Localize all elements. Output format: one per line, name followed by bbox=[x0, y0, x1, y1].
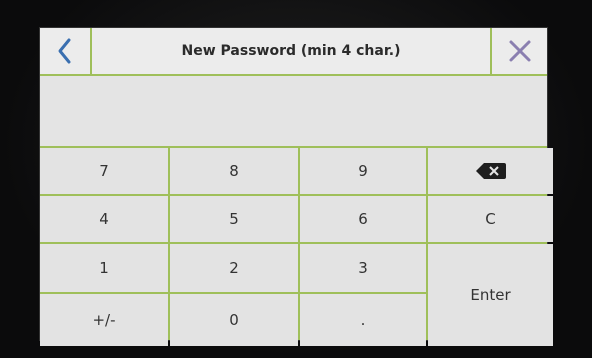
back-button[interactable] bbox=[40, 28, 92, 74]
key-1[interactable]: 1 bbox=[40, 244, 168, 292]
enter-button[interactable]: Enter bbox=[428, 244, 553, 346]
key-plus-minus[interactable]: +/- bbox=[40, 294, 168, 346]
key-4[interactable]: 4 bbox=[40, 196, 168, 242]
key-0[interactable]: 0 bbox=[170, 294, 298, 346]
key-7[interactable]: 7 bbox=[40, 148, 168, 194]
key-2[interactable]: 2 bbox=[170, 244, 298, 292]
dialog-header: New Password (min 4 char.) bbox=[40, 28, 547, 76]
key-5[interactable]: 5 bbox=[170, 196, 298, 242]
numeric-keypad: 7 8 9 4 5 6 C 1 2 3 Enter +/- 0 . bbox=[40, 148, 553, 346]
key-8[interactable]: 8 bbox=[170, 148, 298, 194]
key-3[interactable]: 3 bbox=[300, 244, 426, 292]
password-dialog: New Password (min 4 char.) 7 8 9 4 5 6 C… bbox=[40, 28, 553, 346]
key-9[interactable]: 9 bbox=[300, 148, 426, 194]
password-input[interactable] bbox=[40, 76, 547, 148]
backspace-button[interactable] bbox=[428, 148, 553, 194]
chevron-left-icon bbox=[58, 38, 71, 64]
dialog-title: New Password (min 4 char.) bbox=[181, 43, 401, 59]
key-decimal[interactable]: . bbox=[300, 294, 426, 346]
clear-button[interactable]: C bbox=[428, 196, 553, 242]
close-button[interactable] bbox=[490, 28, 547, 74]
key-6[interactable]: 6 bbox=[300, 196, 426, 242]
close-icon bbox=[509, 40, 530, 62]
backspace-icon bbox=[475, 163, 506, 179]
